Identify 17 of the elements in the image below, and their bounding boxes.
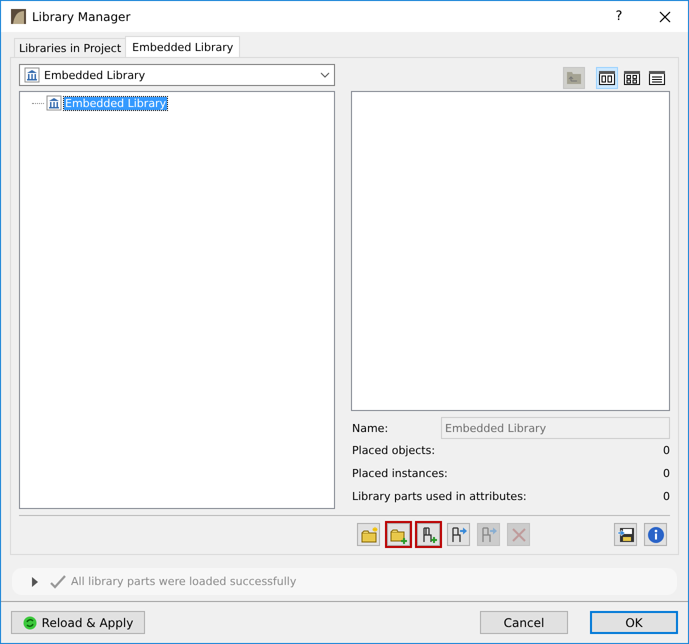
library-dropdown[interactable]: Embedded Library (19, 64, 335, 86)
count-value: 0 (663, 444, 670, 457)
field-label: Library parts used in attributes: (352, 490, 527, 503)
field-label: Placed objects: (352, 444, 436, 457)
tab[interactable]: Embedded Library (125, 36, 240, 57)
help-button[interactable]: ? (596, 1, 642, 32)
field-label: Placed instances: (352, 467, 448, 480)
count-value: 0 (663, 490, 670, 503)
tab[interactable]: Libraries in Project (14, 38, 126, 57)
field-label: Name: (352, 422, 388, 434)
count-value: 0 (663, 467, 670, 480)
ok-button[interactable]: OK (590, 611, 678, 634)
name-field[interactable]: Embedded Library (441, 417, 670, 439)
window-title: Library Manager (32, 10, 132, 24)
status-message: All library parts were loaded successfully (71, 575, 296, 588)
cancel-button[interactable]: Cancel (480, 611, 568, 634)
reload-apply-button[interactable]: Reload & Apply (11, 611, 145, 634)
